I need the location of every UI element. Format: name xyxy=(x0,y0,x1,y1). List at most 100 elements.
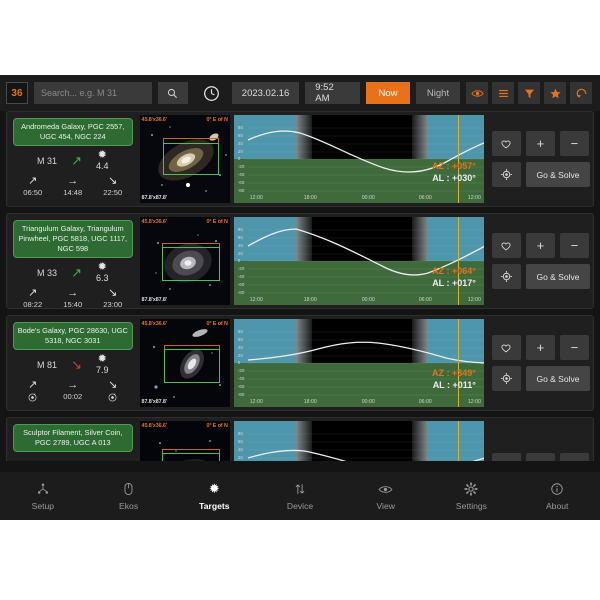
rise-time: 06:50 xyxy=(17,188,49,197)
thumb-orientation-label: 0° E of N xyxy=(206,321,227,327)
nav-item-ekos[interactable]: Ekos xyxy=(86,482,172,511)
row-actions: + − xyxy=(488,421,590,461)
add-button[interactable]: + xyxy=(526,233,555,258)
row-actions-top: + − xyxy=(492,233,590,258)
clock-icon xyxy=(203,85,220,102)
favorite-button[interactable] xyxy=(492,131,521,156)
top-toolbar: 36 2023.02.16 9:52 AM Now Night xyxy=(0,75,600,111)
heart-icon xyxy=(500,459,512,461)
nav-item-about[interactable]: About xyxy=(514,482,600,511)
target-thumbnail[interactable]: 45.8'x36.6' 0° E of N 87.8'x87.8' xyxy=(140,217,230,305)
altitude-curve xyxy=(234,421,484,461)
eye-button[interactable] xyxy=(466,82,488,104)
favorite-button[interactable] xyxy=(492,335,521,360)
favorite-button[interactable] xyxy=(492,453,521,462)
app-window: 36 2023.02.16 9:52 AM Now Night xyxy=(0,75,600,520)
y-tick-60: 60 xyxy=(238,337,243,342)
search-button[interactable] xyxy=(158,82,188,104)
y-tick-80: 80 xyxy=(238,431,243,436)
date-field[interactable]: 2023.02.16 xyxy=(232,82,299,104)
search-input[interactable] xyxy=(34,82,152,104)
remove-button[interactable]: − xyxy=(560,335,589,360)
target-thumbnail[interactable]: 45.8'x36.6' 0° E of N xyxy=(140,421,230,461)
thumb-size-label: 87.8'x87.8' xyxy=(142,195,167,201)
transit-cell: → 14:48 xyxy=(57,175,89,197)
target-thumbnail[interactable]: 45.8'x36.6' 0° E of N 87.8'x87.8' xyxy=(140,319,230,407)
filter-icon xyxy=(523,87,536,100)
altitude-readout: AL : +030° xyxy=(432,173,476,183)
rise-arrow-icon: ↗ xyxy=(17,379,49,391)
x-tick-5: 12:00 xyxy=(468,195,481,201)
table-row[interactable]: Andromeda Galaxy, PGC 2557, UGC 454, NGC… xyxy=(6,111,594,207)
trend-up-icon: ↗ xyxy=(71,267,82,278)
magnitude-group: ✹ 7.9 xyxy=(96,354,109,375)
nav-item-targets[interactable]: ✹ Targets xyxy=(171,482,257,511)
altitude-chart[interactable]: 80 60 40 20 xyxy=(234,421,484,461)
table-row[interactable]: Sculptor Filament, Silver Coin, PGC 2789… xyxy=(6,417,594,461)
clock-button[interactable] xyxy=(198,79,226,107)
target-list[interactable]: Andromeda Galaxy, PGC 2557, UGC 454, NGC… xyxy=(0,111,600,461)
remove-button[interactable]: − xyxy=(560,233,589,258)
nav-item-device[interactable]: Device xyxy=(257,482,343,511)
refresh-icon xyxy=(575,87,588,100)
transit-time: 14:48 xyxy=(57,188,89,197)
altitude-chart[interactable]: 80 60 40 20 0 -20 -40 -60 -80 12:00 18:0… xyxy=(234,217,484,305)
y-tick-60: 60 xyxy=(238,439,243,444)
now-button[interactable]: Now xyxy=(366,82,410,104)
add-button[interactable]: + xyxy=(526,131,555,156)
rise-transit-set-row: ↗ → 00:02 ↘ xyxy=(13,379,133,403)
set-arrow-icon: ↘ xyxy=(97,287,129,299)
nav-item-view[interactable]: View xyxy=(343,482,429,511)
time-field[interactable]: 9:52 AM xyxy=(305,82,360,104)
star-icon xyxy=(549,87,562,100)
altitude-readout: AL : +017° xyxy=(432,278,476,288)
refresh-button[interactable] xyxy=(570,82,592,104)
remove-button[interactable]: − xyxy=(560,131,589,156)
go-and-solve-button[interactable]: Go & Solve xyxy=(526,264,590,289)
altitude-chart[interactable]: 80 60 40 20 0 -20 -40 -60 -80 12:00 18:0… xyxy=(234,319,484,407)
set-time: 22:50 xyxy=(97,188,129,197)
remove-button[interactable]: − xyxy=(560,453,589,462)
brightness-icon: ✹ xyxy=(98,150,107,160)
target-name: Sculptor Filament, Silver Coin, PGC 2789… xyxy=(13,424,133,452)
list-button[interactable] xyxy=(492,82,514,104)
go-and-solve-button[interactable]: Go & Solve xyxy=(526,162,590,187)
add-button[interactable]: + xyxy=(526,335,555,360)
target-id-row: M 31 ↗ ✹ 4.4 xyxy=(13,150,133,171)
catalog-id: M 33 xyxy=(37,268,57,278)
transit-arrow-icon: → xyxy=(57,287,89,299)
goto-target-button[interactable] xyxy=(492,264,521,289)
set-cell: ↘ 22:50 xyxy=(97,175,129,197)
nav-item-setup[interactable]: Setup xyxy=(0,482,86,511)
y-tick-40: 40 xyxy=(238,447,243,452)
thumb-orientation-label: 0° E of N xyxy=(206,219,227,225)
magnitude-value: 6.3 xyxy=(96,273,109,283)
trend-up-icon: ↗ xyxy=(71,155,82,166)
y-tick-80: 80 xyxy=(238,125,243,130)
now-marker xyxy=(458,115,459,203)
favorite-button[interactable] xyxy=(492,233,521,258)
catalog-id: M 31 xyxy=(37,156,57,166)
x-tick-1: 12:00 xyxy=(250,297,263,303)
x-tick-4: 06:00 xyxy=(419,195,432,201)
row-actions-bottom: Go & Solve xyxy=(492,162,590,187)
go-and-solve-button[interactable]: Go & Solve xyxy=(526,366,590,391)
add-button[interactable]: + xyxy=(526,453,555,462)
favorites-button[interactable] xyxy=(544,82,566,104)
azimuth-readout: AZ : +057° xyxy=(432,161,476,171)
filter-button[interactable] xyxy=(518,82,540,104)
nav-item-settings[interactable]: Settings xyxy=(429,482,515,511)
altitude-chart[interactable]: 80 60 40 20 0 -20 -40 -60 -80 12:00 18:0… xyxy=(234,115,484,203)
goto-target-button[interactable] xyxy=(492,162,521,187)
nav-label-targets: Targets xyxy=(199,501,229,511)
goto-target-button[interactable] xyxy=(492,366,521,391)
target-thumbnail[interactable]: 45.8'x36.6' 0° E of N 87.8'x87.8' xyxy=(140,115,230,203)
night-button[interactable]: Night xyxy=(416,82,460,104)
y-tick-0: 0 xyxy=(238,360,241,365)
table-row[interactable]: Bode's Galaxy, PGC 28630, UGC 5318, NGC … xyxy=(6,315,594,411)
transit-arrow-icon: → xyxy=(57,175,89,187)
y-tick-n20: -20 xyxy=(238,368,245,373)
table-row[interactable]: Triangulum Galaxy, Triangulum Pinwheel, … xyxy=(6,213,594,309)
thumb-size-label: 87.8'x87.8' xyxy=(142,399,167,405)
device-icon xyxy=(293,482,307,497)
